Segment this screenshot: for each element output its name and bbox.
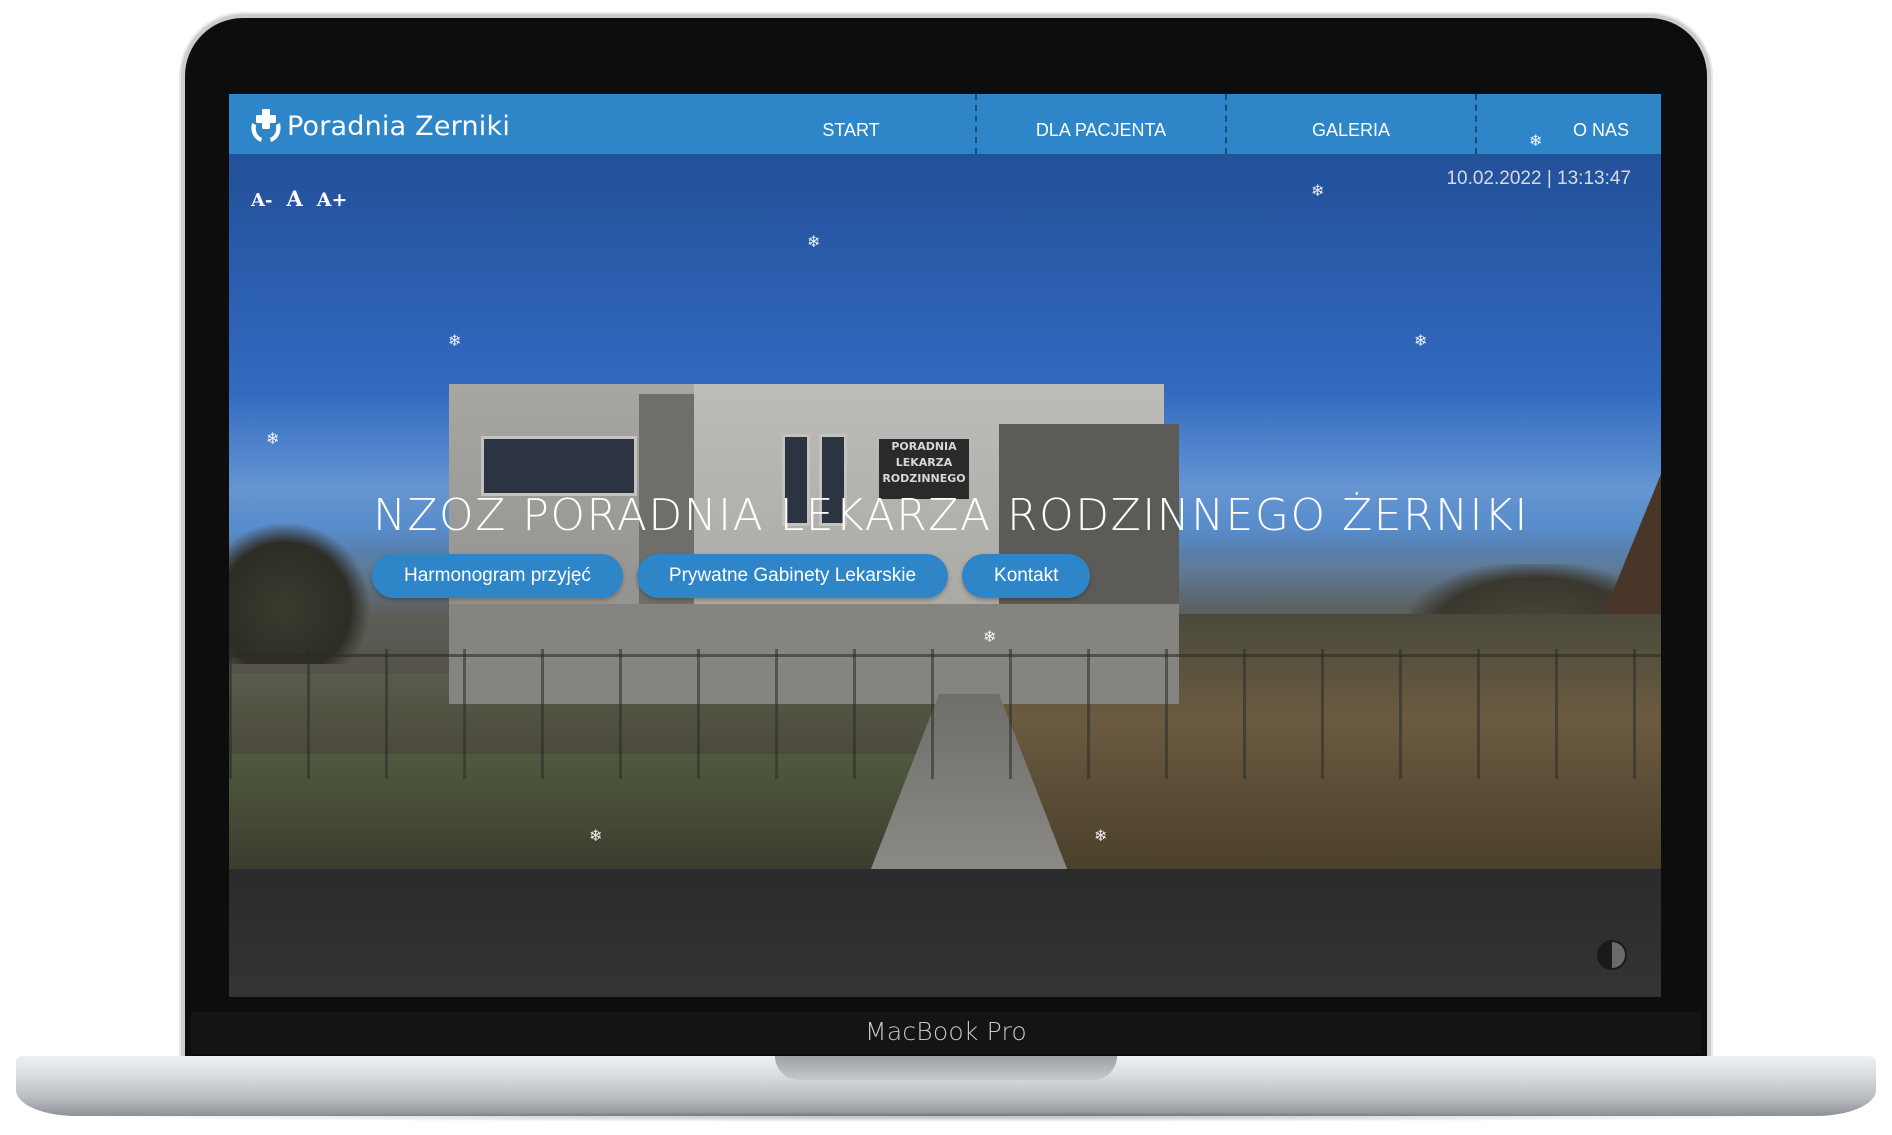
- snowflake-icon: ❄: [1094, 828, 1108, 845]
- building-window: [481, 436, 637, 496]
- site-logo[interactable]: Poradnia Zerniki: [249, 107, 510, 145]
- contrast-toggle-icon[interactable]: [1597, 940, 1627, 970]
- navbar: Poradnia Zerniki START DLA PACJENTA GALE…: [229, 94, 1661, 154]
- nav-start[interactable]: START: [727, 94, 977, 154]
- font-size-controls: A- A A+: [251, 186, 347, 211]
- building-sign-line: LEKARZA: [895, 456, 953, 469]
- snowflake-icon: ❄: [448, 333, 462, 350]
- snowflake-icon: ❄: [1414, 333, 1428, 350]
- snowflake-icon: ❄: [1529, 133, 1543, 150]
- schedule-button[interactable]: Harmonogram przyjęć: [372, 554, 623, 598]
- nav-galeria[interactable]: GALERIA: [1227, 94, 1477, 154]
- snowflake-icon: ❄: [589, 828, 603, 845]
- private-offices-button[interactable]: Prywatne Gabinety Lekarskie: [636, 554, 949, 598]
- fence: [229, 649, 1661, 779]
- contact-button[interactable]: Kontakt: [962, 554, 1091, 598]
- nav-o-nas[interactable]: O NAS: [1477, 94, 1661, 154]
- snowflake-icon: ❄: [807, 234, 821, 251]
- nav-dla-pacjenta[interactable]: DLA PACJENTA: [977, 94, 1227, 154]
- building-sign-line: RODZINNEGO: [882, 472, 966, 485]
- snowflake-icon: ❄: [983, 629, 997, 646]
- font-normal-button[interactable]: A: [286, 186, 302, 211]
- medical-cross-hands-icon: [251, 109, 281, 142]
- hero-buttons: Harmonogram przyjęć Prywatne Gabinety Le…: [372, 554, 1091, 598]
- font-decrease-button[interactable]: A-: [251, 190, 272, 211]
- font-increase-button[interactable]: A+: [317, 189, 348, 211]
- main-nav: START DLA PACJENTA GALERIA O NAS: [727, 94, 1661, 154]
- website-screen: PORADNIA LEKARZA RODZINNEGO Poradnia Zer…: [229, 94, 1661, 997]
- road: [229, 869, 1661, 997]
- snowflake-icon: ❄: [266, 431, 280, 448]
- logo-text: Poradnia Zerniki: [287, 110, 511, 142]
- device-label: MacBook Pro: [865, 1017, 1027, 1046]
- hero-title: NZOZ PORADNIA LEKARZA RODZINNEGO ŻERNIKI: [373, 490, 1529, 541]
- snowflake-icon: ❄: [1311, 183, 1325, 200]
- laptop-shadow: [60, 1112, 1832, 1122]
- trees-left: [229, 524, 369, 664]
- laptop-notch: [775, 1056, 1117, 1080]
- laptop-chin: MacBook Pro: [191, 1012, 1701, 1054]
- building-sign-line: PORADNIA: [891, 440, 957, 453]
- datetime-display: 10.02.2022 | 13:13:47: [1446, 168, 1631, 189]
